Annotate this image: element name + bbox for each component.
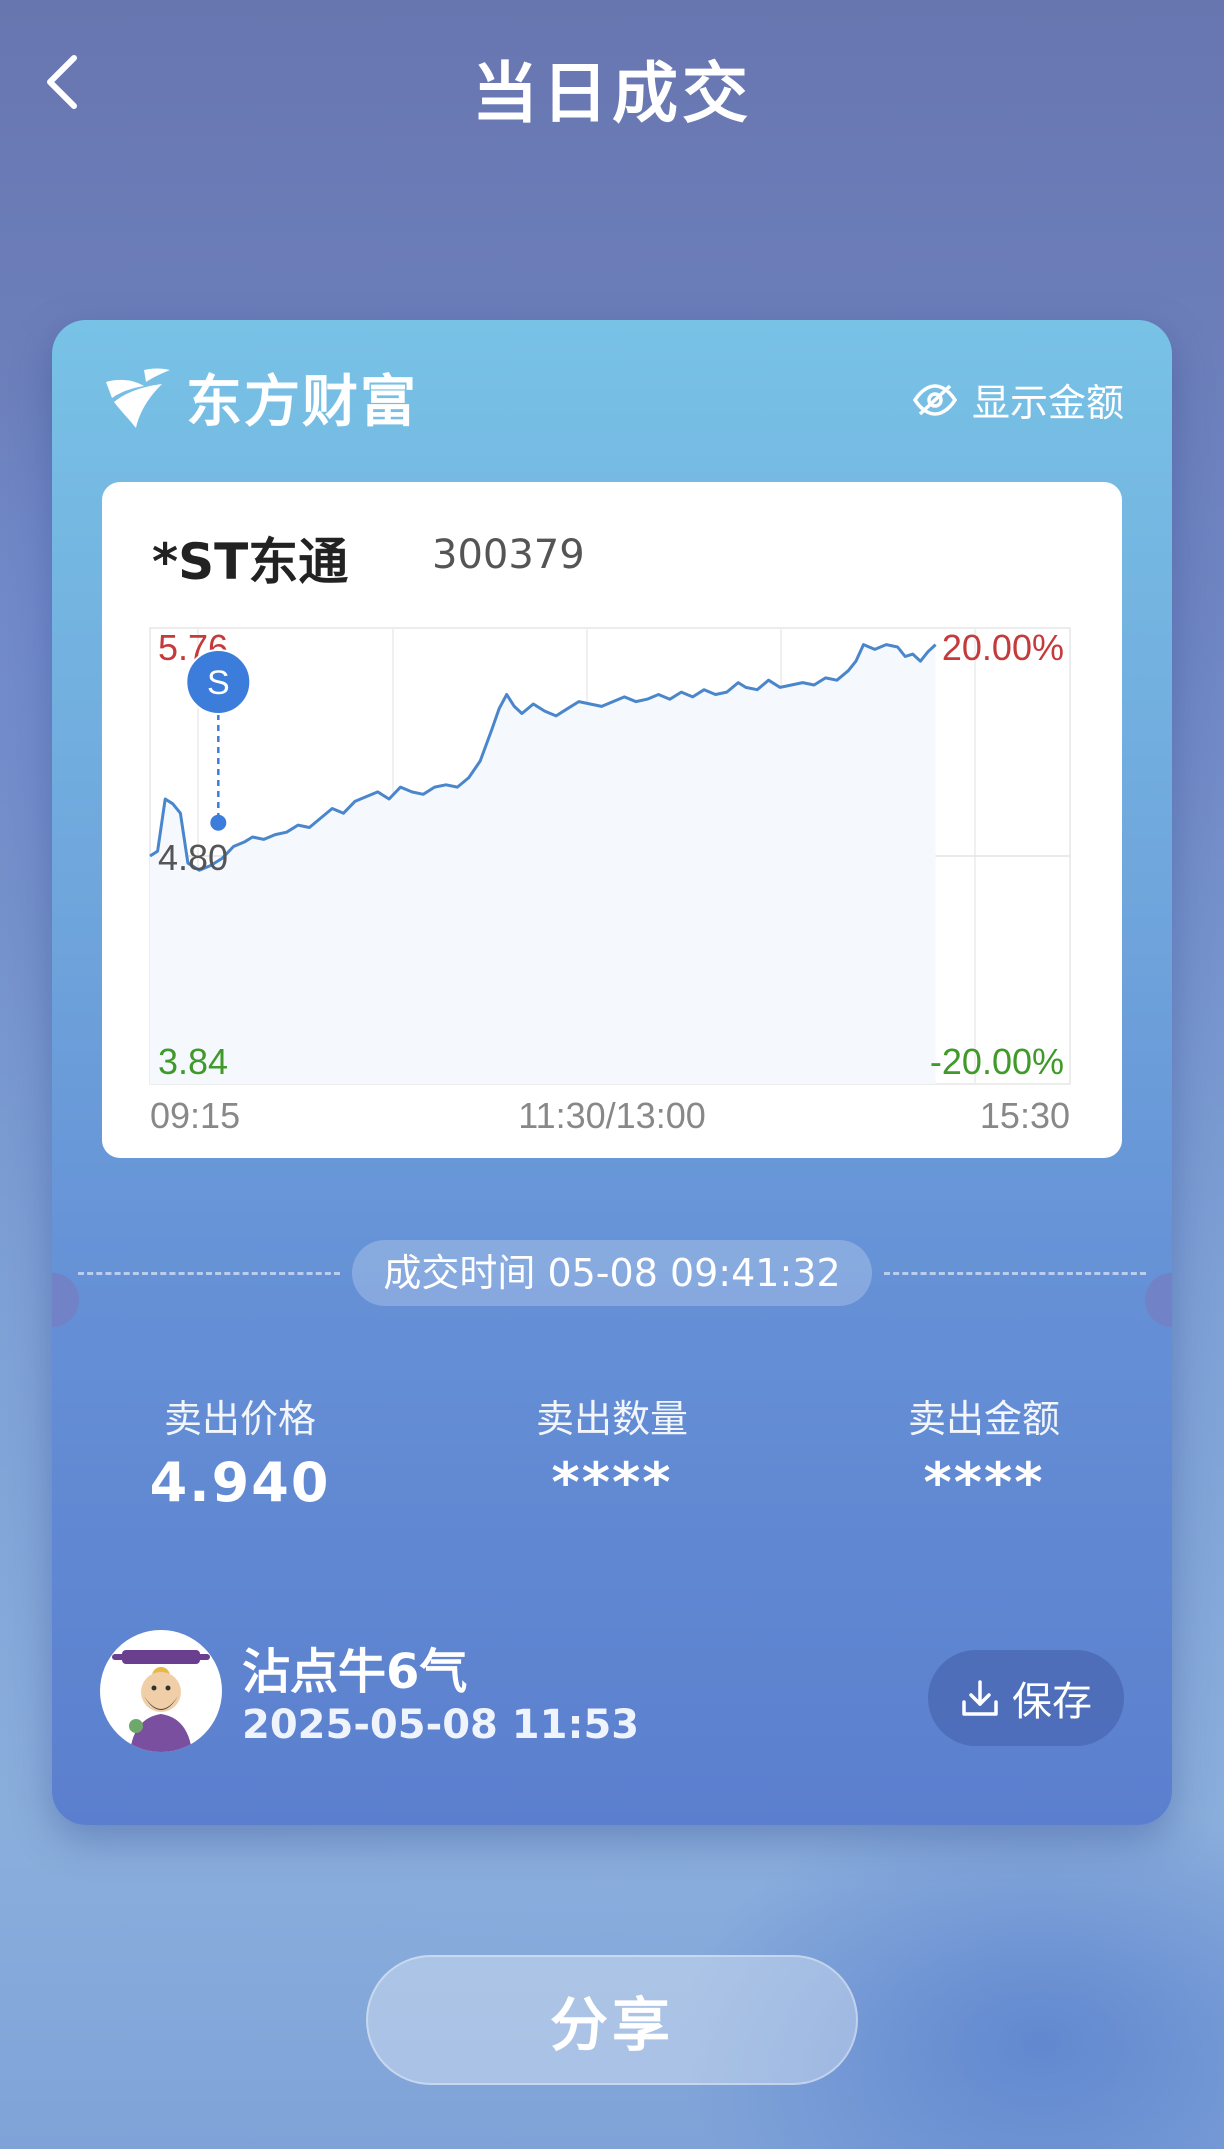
sell-price-value: 4.940 (149, 1451, 331, 1514)
sell-amount-value: **** (923, 1451, 1045, 1514)
chart-panel: *ST东通 300379 5.76 4.80 3.84 20.00% -20.0… (102, 482, 1122, 1158)
user-name: 沾点牛6气 (242, 1644, 468, 1700)
x-label-midday: 11:30/13:00 (518, 1095, 706, 1136)
ticket-notch-right (1145, 1273, 1172, 1327)
x-label-open: 09:15 (150, 1095, 240, 1136)
y-label-bottom-right: -20.00% (930, 1041, 1064, 1082)
sell-price-label: 卖出价格 (163, 1397, 316, 1441)
header: 当日成交 (0, 0, 1224, 170)
trade-time-pill: 成交时间 05-08 09:41:32 (352, 1240, 872, 1306)
sell-amount-stat: 卖出金额 **** (834, 1388, 1134, 1514)
download-icon (962, 1680, 998, 1716)
ticket-divider-left (78, 1272, 340, 1275)
y-label-top-right: 20.00% (942, 627, 1064, 668)
sell-amount-label: 卖出金额 (907, 1397, 1060, 1441)
x-label-close: 15:30 (980, 1095, 1070, 1136)
user-timestamp: 2025-05-08 11:53 (242, 1702, 640, 1748)
eye-hidden-icon (912, 383, 958, 416)
y-label-mid-left: 4.80 (158, 837, 228, 878)
sell-qty-value: **** (551, 1451, 673, 1514)
y-label-bottom-left: 3.84 (158, 1041, 228, 1082)
avatar[interactable] (100, 1630, 222, 1752)
show-amount-label: 显示金额 (971, 381, 1124, 425)
brand-name: 东方财富 (186, 369, 418, 435)
page-title: 当日成交 (472, 55, 752, 132)
trade-card: 东方财富 显示金额 *ST东通 300379 5.76 4.80 3.84 20… (52, 320, 1172, 1825)
save-button[interactable]: 保存 (928, 1650, 1124, 1746)
sell-marker-label: S (207, 664, 230, 702)
show-amount-toggle[interactable]: 显示金额 (912, 372, 1124, 427)
intraday-chart: 5.76 4.80 3.84 20.00% -20.00% 09:15 11:3… (149, 627, 1071, 1136)
sell-qty-stat: 卖出数量 **** (462, 1388, 762, 1514)
caishen-avatar-icon (112, 1650, 210, 1752)
sell-marker-dot (210, 814, 227, 831)
save-button-label: 保存 (1012, 1679, 1092, 1725)
eastmoney-logo-icon (106, 368, 170, 428)
ticket-notch-left (52, 1273, 79, 1327)
sell-price-stat: 卖出价格 4.940 (90, 1388, 390, 1514)
share-button[interactable]: 分享 (366, 1955, 858, 2085)
sell-qty-label: 卖出数量 (535, 1397, 688, 1441)
brand: 东方财富 (100, 362, 418, 435)
ticket-divider-right (884, 1272, 1146, 1275)
